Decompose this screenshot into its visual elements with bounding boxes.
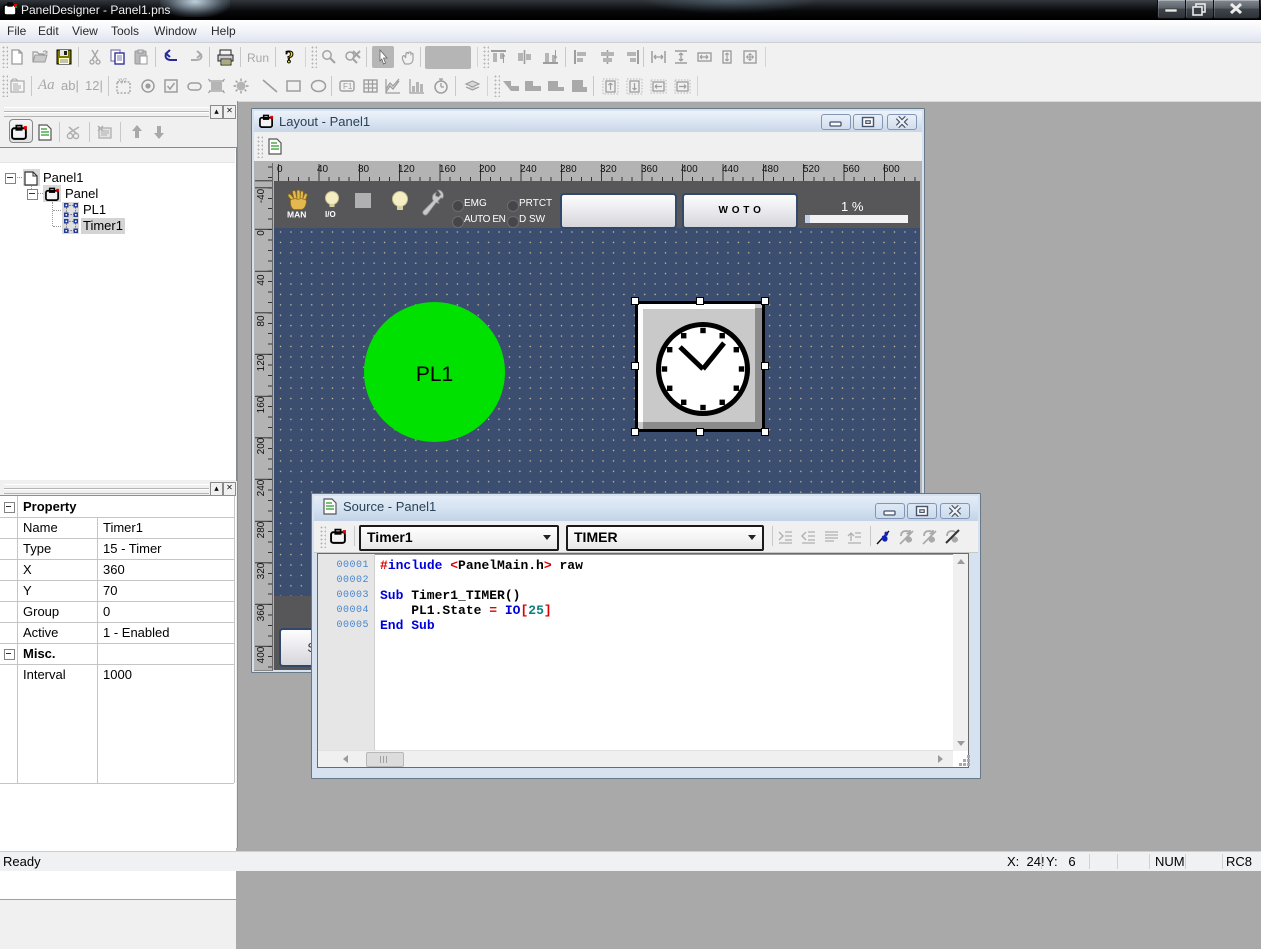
svg-text:?: ? <box>285 48 294 67</box>
svg-text:xyz: xyz <box>118 78 127 84</box>
svg-text:I/O: I/O <box>325 210 336 219</box>
svg-text:MAN: MAN <box>287 210 306 220</box>
svg-text:F1: F1 <box>343 82 353 91</box>
